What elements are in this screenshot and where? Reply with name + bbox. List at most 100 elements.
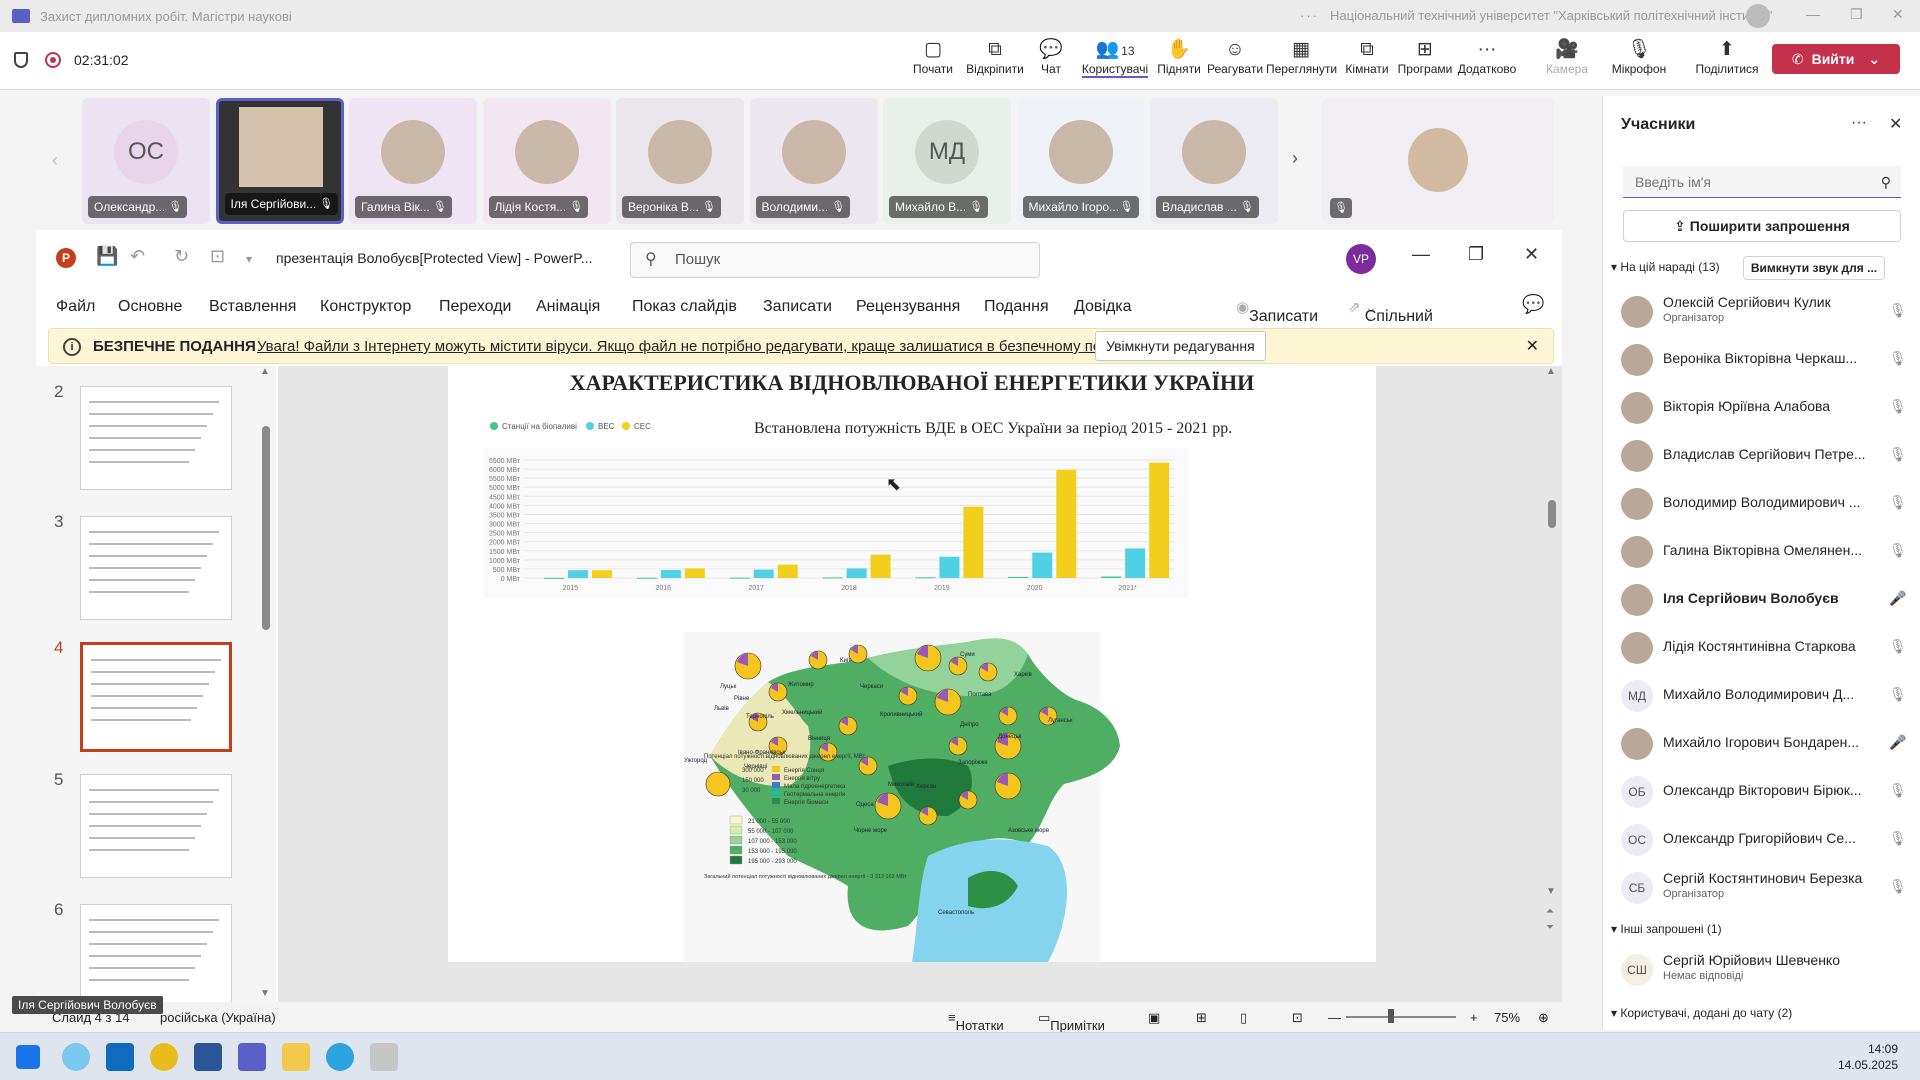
zoom-level[interactable]: 75% [1494,1010,1520,1025]
slide-sorter-icon[interactable]: ⊞ [1196,1010,1207,1026]
more-icon[interactable]: ··· [1300,8,1319,23]
more-icon[interactable]: ··· [1851,114,1867,132]
participant-tile[interactable]: Вероніка В... 🎙 [616,98,744,224]
current-slide[interactable]: ХАРАКТЕРИСТИКА ВІДНОВЛЮВАНОЇ ЕНЕРГЕТИКИ … [448,366,1376,962]
participant-row[interactable]: СШ Сергій Юрійович Шевченко Немає відпов… [1613,950,1913,990]
menu-tab[interactable]: Показ слайдів [632,298,737,316]
participant-tile[interactable]: Лідія Костя... 🎙 [482,98,611,224]
view-button[interactable]: ▦ Переглянути [1266,38,1337,76]
language-indicator[interactable]: російська (Україна) [160,1010,276,1025]
mic-off-icon[interactable]: 🎙 [1889,302,1907,319]
menu-tab[interactable]: Записати [763,298,832,316]
scroll-down-icon[interactable]: ▼ [260,988,270,999]
in-meeting-section[interactable]: ▾ На цій нараді (13) [1611,260,1720,274]
customize-icon[interactable]: ▾ [246,252,252,266]
menu-tab[interactable]: Файл [56,298,95,316]
slide-scrollbar[interactable]: ▲ ▼ ⏶ ⏷ [1546,366,1560,966]
participant-row[interactable]: Іля Сергійович Волобуєв 🎤 [1613,580,1913,620]
participant-row[interactable]: Вікторія Юріївна Алабова 🎙 [1613,388,1913,428]
participant-row[interactable]: Лідія Костянтинівна Старкова 🎙 [1613,628,1913,668]
participant-row[interactable]: МД Михайло Володимирович Д... 🎙 [1613,676,1913,716]
chat-button[interactable]: 💬 Чат [1016,38,1086,76]
more-button[interactable]: ··· Додатково [1452,38,1522,76]
undo-icon[interactable]: ↶ [130,246,145,267]
menu-tab[interactable]: Анімація [536,298,600,316]
participant-row[interactable]: Олексій Сергійович Кулик Організатор 🎙 [1613,292,1913,332]
mic-off-icon[interactable]: 🎙 [1889,542,1907,559]
mic-off-icon[interactable]: 🎙 [1889,638,1907,655]
zoom-in-icon[interactable]: + [1470,1010,1478,1025]
participant-tile[interactable]: МД Михайло В... 🎙 [883,98,1011,224]
slide-thumbnail[interactable] [80,904,232,1008]
fit-to-window-icon[interactable]: ⊕ [1538,1010,1549,1026]
next-slide-icon[interactable]: ⏷ [1546,922,1554,933]
self-video-tile[interactable]: 🎙 [1322,98,1554,224]
share-access-button[interactable]: ⇗ Спільний доступ ⌄ [1348,298,1433,343]
participant-search-input[interactable]: Введіть ім'я ⚲ [1623,166,1901,198]
menu-tab[interactable]: Подання [984,298,1049,316]
react-button[interactable]: ☺ Реагувати [1200,38,1270,76]
mic-off-icon[interactable]: 🎙 [1889,878,1907,895]
comments-icon[interactable]: 💬 [1522,294,1544,315]
normal-view-icon[interactable]: ▣ [1148,1010,1160,1026]
apps-button[interactable]: ⊞ Програми [1390,38,1460,76]
chevron-down-icon[interactable]: ⌄ [1868,51,1880,68]
slide-thumbnail[interactable] [80,386,232,490]
telegram-icon[interactable] [326,1043,354,1071]
mic-on-icon[interactable]: 🎤 [1889,734,1906,751]
copilot-icon[interactable] [62,1043,90,1071]
participant-row[interactable]: Владислав Сергійович Петре... 🎙 [1613,436,1913,476]
mic-button[interactable]: 🎙 Мікрофон [1604,38,1674,76]
redo-icon[interactable]: ↻ [174,246,189,267]
user-avatar[interactable] [1746,4,1770,28]
participant-tile[interactable]: Галина Вік... 🎙 [349,98,477,224]
close-icon[interactable]: ✕ [1524,244,1539,265]
participant-row[interactable]: Вероніка Вікторівна Черкаш... 🎙 [1613,340,1913,380]
participant-tile[interactable]: Іля Сергійови... 🎙 [215,98,344,224]
present-icon[interactable]: ⊡ [210,246,225,267]
leave-button[interactable]: ✆ Вийти ⌄ [1772,44,1900,74]
menu-tab[interactable]: Переходи [439,298,511,316]
protected-message[interactable]: Увага! Файли з Інтернету можуть містити … [257,338,1142,355]
scroll-thumb[interactable] [1548,500,1556,528]
zoom-out-icon[interactable]: — [1328,1010,1341,1025]
file-explorer-icon[interactable] [282,1043,310,1071]
scroll-up-icon[interactable]: ▲ [260,366,270,377]
enable-editing-button[interactable]: Увімкнути редагування [1095,331,1266,361]
slideshow-icon[interactable]: ⊡ [1292,1010,1303,1026]
maximize-icon[interactable]: ❐ [1850,6,1863,23]
search-input[interactable]: ⚲ Пошук [630,242,1040,278]
mic-off-icon[interactable]: 🎙 [1889,350,1907,367]
start-button[interactable]: ▢ Почати [898,38,968,76]
participant-tile[interactable]: Володими... 🎙 [749,98,878,224]
zoom-slider[interactable] [1346,1016,1456,1018]
scroll-up-icon[interactable]: ▲ [1546,366,1556,377]
teams-icon[interactable] [238,1043,266,1071]
minimize-icon[interactable]: — [1412,244,1430,265]
chrome-icon[interactable] [150,1043,178,1071]
mic-off-icon[interactable]: 🎙 [1889,398,1907,415]
comments-button[interactable]: ▭ Примітки [1038,1010,1105,1033]
mute-all-button[interactable]: Вимкнути звук для ... [1743,256,1885,280]
chat-added-section[interactable]: ▾ Користувачі, додані до чату (2) [1611,1006,1792,1020]
menu-tab[interactable]: Довідка [1074,298,1132,316]
menu-tab[interactable]: Рецензування [856,298,960,316]
close-icon[interactable]: ✕ [1526,336,1539,356]
system-clock[interactable]: 14:09 14.05.2025 [1838,1041,1898,1073]
snipping-tool-icon[interactable] [370,1043,398,1071]
chevron-right-icon[interactable]: › [1292,148,1298,169]
notes-button[interactable]: ≡ Нотатки [948,1010,1004,1033]
mic-on-icon[interactable]: 🎤 [1889,590,1906,607]
save-icon[interactable]: 💾 [96,246,118,267]
share-invite-button[interactable]: ⇪ Поширити запрошення [1623,210,1901,242]
user-avatar[interactable]: VP [1346,244,1376,274]
close-icon[interactable]: ✕ [1892,6,1904,23]
menu-tab[interactable]: Вставлення [209,298,296,316]
participant-tile[interactable]: ОС Олександр... 🎙 [82,98,210,224]
reading-view-icon[interactable]: ▯ [1240,1010,1247,1026]
record-button[interactable]: ◉ Записати [1236,298,1318,325]
slide-thumbnail[interactable] [80,516,232,620]
mic-off-icon[interactable]: 🎙 [1889,494,1907,511]
participant-row[interactable]: Галина Вікторівна Омелянен... 🎙 [1613,532,1913,572]
mic-off-icon[interactable]: 🎙 [1889,686,1907,703]
